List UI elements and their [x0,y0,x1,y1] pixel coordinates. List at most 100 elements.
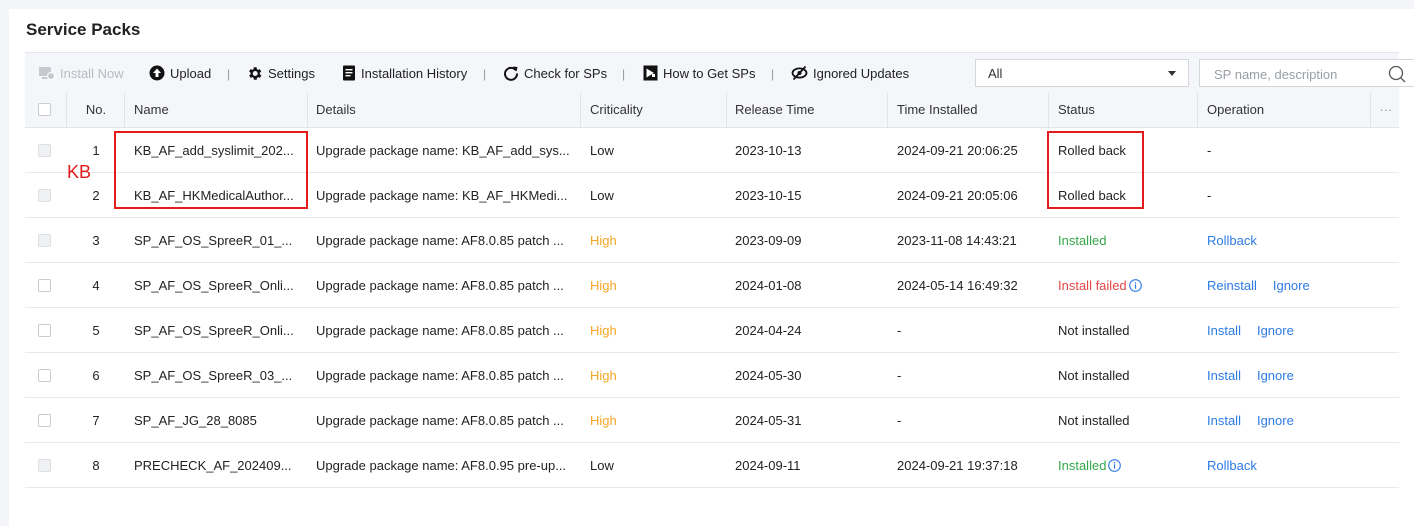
table-row: 4 SP_AF_OS_SpreeR_Onli... Upgrade packag… [25,263,1399,308]
release-time: 2024-05-30 [735,367,802,383]
release-time: 2023-10-13 [735,142,802,158]
rollback-link[interactable]: Rollback [1207,458,1257,473]
ignore-link[interactable]: Ignore [1257,413,1294,428]
sp-name: SP_AF_OS_SpreeR_Onli... [134,277,294,293]
criticality: High [590,322,617,338]
sp-details: Upgrade package name: AF8.0.85 patch ... [316,277,564,293]
toolbar-separator: | [771,67,775,81]
upload-icon [149,65,165,81]
search-box [1199,59,1414,88]
upload-label: Upload [170,65,212,81]
release-time: 2024-01-08 [735,277,802,293]
status-text: Not installed [1058,322,1130,338]
row-checkbox [38,143,51,157]
release-time: 2023-10-15 [735,187,802,203]
installation-history-button[interactable]: Installation History [342,53,467,93]
toolbar-separator: | [622,67,626,81]
column-header-no[interactable]: No. [65,92,127,127]
refresh-icon [504,66,519,81]
install-link[interactable]: Install [1207,368,1241,383]
sp-details: Upgrade package name: KB_AF_HKMedi... [316,187,568,203]
ignored-updates-button[interactable]: Ignored Updates [791,53,909,93]
annotation-box-kb-names [114,131,308,209]
row-checkbox[interactable] [38,323,51,337]
status-cell: Install failed [1058,263,1198,307]
rollback-link[interactable]: Rollback [1207,233,1257,248]
install-link[interactable]: Install [1207,323,1241,338]
criticality: High [590,367,617,383]
status-text: Install failed [1058,277,1127,293]
time-installed: 2024-09-21 20:06:25 [897,142,1018,158]
sp-details: Upgrade package name: AF8.0.85 patch ... [316,322,564,338]
chevron-down-icon [1168,71,1176,76]
status-filter-select[interactable]: All [975,59,1189,87]
release-time: 2024-04-24 [735,322,802,338]
release-time: 2024-09-11 [735,457,801,473]
sp-details: Upgrade package name: AF8.0.85 patch ... [316,367,564,383]
criticality: High [590,277,617,293]
column-header-criticality[interactable]: Criticality [590,92,720,127]
reinstall-link[interactable]: Reinstall [1207,278,1257,293]
search-icon[interactable] [1388,65,1406,83]
time-installed: - [897,322,902,338]
row-number: 4 [92,277,100,293]
settings-button[interactable]: Settings [246,53,315,93]
table-row: 7 SP_AF_JG_28_8085 Upgrade package name:… [25,398,1399,443]
status-cell: Installed [1058,443,1198,487]
upload-button[interactable]: Upload [149,53,211,93]
release-time: 2023-09-09 [735,232,802,248]
time-installed: - [897,412,902,428]
time-installed: 2024-09-21 19:37:18 [897,457,1018,473]
row-number: 6 [92,367,100,383]
operation-none: - [1207,142,1212,158]
row-number: 5 [92,322,100,338]
criticality: High [590,232,617,248]
ignore-link[interactable]: Ignore [1273,278,1310,293]
info-icon[interactable] [1128,278,1142,292]
status-text: Installed [1058,457,1107,473]
install-now-button[interactable]: Install Now [39,53,124,93]
hidden-eye-icon [791,65,808,81]
annotation-label: KB [67,162,92,182]
sp-details: Upgrade package name: AF8.0.95 pre-up... [316,457,567,473]
row-checkbox[interactable] [38,413,51,427]
column-settings-button[interactable]: ··· [1375,92,1397,127]
column-header-name[interactable]: Name [134,92,300,127]
check-for-sps-label: Check for SPs [524,65,608,81]
criticality: Low [590,142,614,158]
column-header-time-installed[interactable]: Time Installed [897,92,1037,127]
sp-name: SP_AF_OS_SpreeR_Onli... [134,322,294,338]
info-icon[interactable] [1108,458,1122,472]
column-header-details[interactable]: Details [316,92,574,127]
column-header-release-time[interactable]: Release Time [735,92,875,127]
service-packs-panel: Service Packs Install Now Upload | Setti… [9,9,1414,526]
status-text: Installed [1058,232,1107,248]
sp-name: SP_AF_OS_SpreeR_01_... [134,232,293,248]
toolbar-separator: | [227,67,231,81]
how-to-get-sps-label: How to Get SPs [663,65,756,81]
sp-name: SP_AF_OS_SpreeR_03_... [134,367,293,383]
how-to-get-sps-button[interactable]: How to Get SPs [643,53,755,93]
column-header-status[interactable]: Status [1058,92,1198,127]
criticality: Low [590,187,614,203]
install-link[interactable]: Install [1207,413,1241,428]
ignore-link[interactable]: Ignore [1257,323,1294,338]
ignore-link[interactable]: Ignore [1257,368,1294,383]
sp-name: PRECHECK_AF_202409... [134,457,292,473]
time-installed: - [897,367,902,383]
row-checkbox[interactable] [38,368,51,382]
page-title: Service Packs [26,20,141,39]
row-checkbox [38,188,51,202]
sp-details: Upgrade package name: KB_AF_add_sys... [316,142,570,158]
table-row: 3 SP_AF_OS_SpreeR_01_... Upgrade package… [25,218,1399,263]
column-header-operation: Operation [1207,102,1265,117]
check-for-sps-button[interactable]: Check for SPs [503,53,607,93]
sp-details: Upgrade package name: AF8.0.85 patch ... [316,232,564,248]
annotation-box-rolled-back [1047,131,1144,209]
document-icon [343,65,355,81]
row-checkbox[interactable] [38,278,51,292]
select-all-checkbox[interactable] [38,103,51,116]
table-row: 8 PRECHECK_AF_202409... Upgrade package … [25,443,1399,488]
release-time: 2024-05-31 [735,412,802,428]
search-input[interactable] [1212,60,1386,88]
